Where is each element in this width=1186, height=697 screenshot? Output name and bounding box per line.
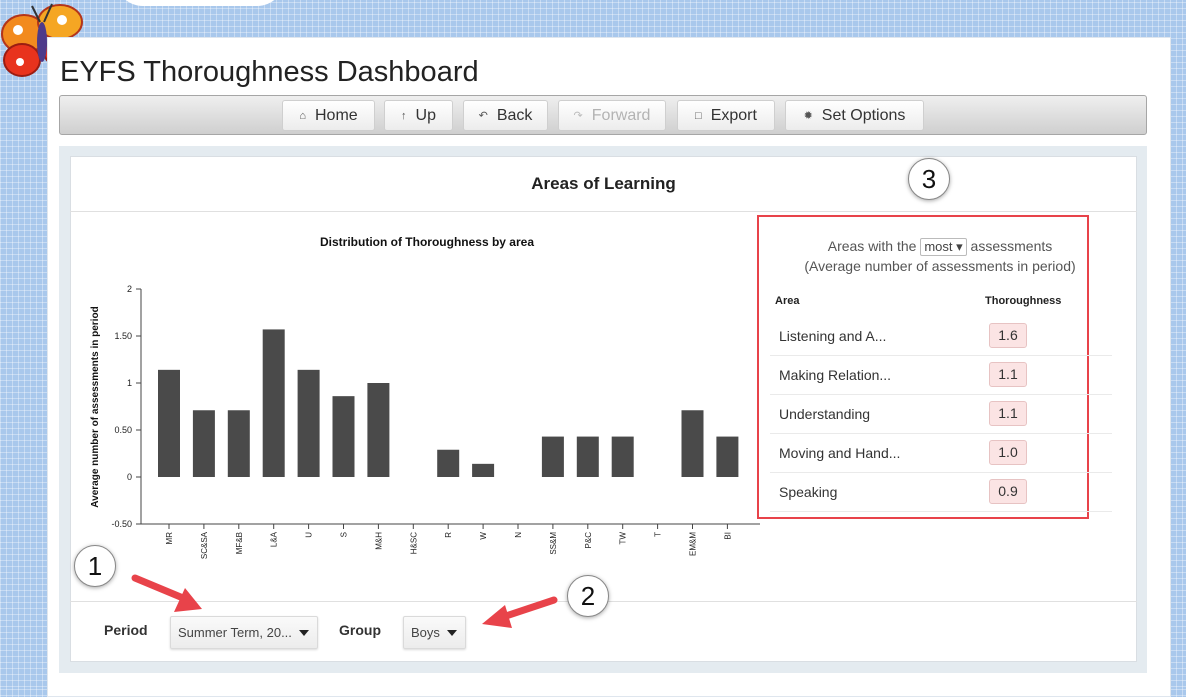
chart-y-axis-label: Average number of assessments in period — [90, 306, 101, 507]
area-name: Speaking — [779, 484, 838, 500]
chart-bar — [158, 369, 180, 477]
back-button[interactable]: ↶ Back — [463, 100, 548, 131]
column-header-area: Area — [775, 295, 800, 307]
chevron-down-icon — [298, 629, 309, 636]
y-tick-label: 0.50 — [114, 425, 132, 435]
chart-bar — [576, 436, 599, 477]
chart-bar — [297, 369, 320, 477]
document-icon: □ — [695, 109, 702, 122]
back-button-label: Back — [496, 106, 533, 124]
thoroughness-value: 1.0 — [989, 440, 1027, 465]
x-tick-label: R — [444, 532, 453, 538]
y-tick-label: 2 — [127, 284, 132, 294]
up-button[interactable]: ↑ Up — [384, 100, 453, 131]
table-row: Understanding 1.1 — [770, 395, 1112, 434]
x-tick-label: H&SC — [409, 532, 418, 554]
set-options-button-label: Set Options — [821, 106, 906, 124]
chart-bar — [332, 396, 355, 477]
table-row: Speaking 0.9 — [770, 473, 1112, 512]
chart-title: Distribution of Thoroughness by area — [320, 235, 534, 249]
chart-bar — [437, 449, 460, 477]
table-row: Moving and Hand... 1.0 — [770, 434, 1112, 473]
most-least-select-value: most — [924, 239, 953, 254]
summary-subtitle: (Average number of assessments in period… — [804, 258, 1076, 274]
export-button[interactable]: □ Export — [677, 100, 775, 131]
set-options-button[interactable]: ✹ Set Options — [785, 100, 924, 131]
chart-bar — [472, 463, 495, 477]
period-dropdown-value: Summer Term, 20... — [178, 625, 292, 640]
x-tick-label: MR — [165, 532, 174, 545]
thoroughness-value: 1.1 — [989, 362, 1027, 387]
x-tick-label: M&H — [374, 532, 383, 550]
thoroughness-value: 1.6 — [989, 323, 1027, 348]
area-name: Making Relation... — [779, 367, 892, 383]
area-name: Understanding — [779, 406, 871, 422]
chart-bar — [541, 436, 564, 477]
area-name: Listening and A... — [779, 328, 887, 344]
x-tick-label: SS&M — [549, 532, 558, 555]
callout-badge: 2 — [567, 575, 609, 617]
callout-badge: 1 — [74, 545, 116, 587]
group-dropdown-value: Boys — [411, 625, 440, 640]
export-button-label: Export — [710, 106, 757, 124]
page-title: EYFS Thoroughness Dashboard — [60, 56, 479, 88]
chart-bar — [227, 410, 250, 477]
x-tick-label: BI — [723, 532, 732, 540]
table-row: Making Relation... 1.1 — [770, 356, 1112, 395]
callout-badge: 3 — [908, 158, 950, 200]
forward-button[interactable]: ↷ Forward — [558, 100, 666, 131]
up-button-label: Up — [415, 106, 436, 124]
chart-bar — [192, 410, 215, 477]
chart-bar — [262, 329, 285, 477]
y-tick-label: 1 — [127, 378, 132, 388]
chevron-down-icon — [446, 629, 457, 636]
home-button-label: Home — [314, 106, 358, 124]
card-title: Areas of Learning — [70, 156, 1137, 212]
x-tick-label: SC&SA — [200, 531, 209, 559]
group-dropdown[interactable]: Boys — [403, 616, 466, 649]
forward-button-label: Forward — [591, 106, 651, 124]
x-tick-label: TW — [619, 532, 628, 545]
x-tick-label: T — [654, 532, 663, 537]
column-header-thoroughness: Thoroughness — [985, 295, 1062, 307]
chart-bar — [367, 383, 390, 477]
chart-bar — [681, 410, 704, 477]
cloud-decoration — [115, 0, 285, 6]
x-tick-label: S — [340, 532, 349, 537]
x-tick-label: L&A — [270, 531, 279, 547]
x-tick-label: EM&M — [689, 532, 698, 556]
period-label: Period — [104, 622, 148, 638]
up-arrow-icon: ↑ — [401, 109, 407, 122]
summary-prefix: Areas with the — [827, 238, 917, 254]
gear-icon: ✹ — [803, 110, 813, 122]
x-tick-label: W — [479, 532, 488, 540]
x-tick-label: N — [514, 532, 523, 538]
thoroughness-value: 1.1 — [989, 401, 1027, 426]
y-tick-label: 0 — [127, 472, 132, 482]
thoroughness-value: 0.9 — [989, 479, 1027, 504]
period-dropdown[interactable]: Summer Term, 20... — [170, 616, 318, 649]
chart-bar — [716, 436, 739, 477]
area-name: Moving and Hand... — [779, 445, 901, 461]
x-tick-label: P&C — [584, 532, 593, 549]
chart-bar — [611, 436, 634, 477]
y-tick-label: -0.50 — [111, 519, 132, 529]
group-label: Group — [339, 622, 381, 638]
forward-arrow-icon: ↷ — [573, 110, 583, 122]
back-arrow-icon: ↶ — [478, 110, 488, 122]
toolbar: ⌂ Home ↑ Up ↶ Back ↷ Forward □ Export ✹ … — [59, 95, 1147, 135]
summary-suffix: assessments — [970, 238, 1053, 254]
most-least-select[interactable]: most ▾ — [920, 238, 967, 256]
x-tick-label: MF&B — [235, 532, 244, 554]
x-tick-label: U — [305, 532, 314, 538]
table-row: Listening and A... 1.6 — [770, 317, 1112, 356]
home-button[interactable]: ⌂ Home — [282, 100, 375, 131]
summary-header: Areas with the most ▾ assessments (Avera… — [790, 236, 1090, 276]
thoroughness-bar-chart: Distribution of Thoroughness by area Ave… — [90, 235, 760, 559]
y-tick-label: 1.50 — [114, 331, 132, 341]
home-icon: ⌂ — [299, 109, 306, 122]
